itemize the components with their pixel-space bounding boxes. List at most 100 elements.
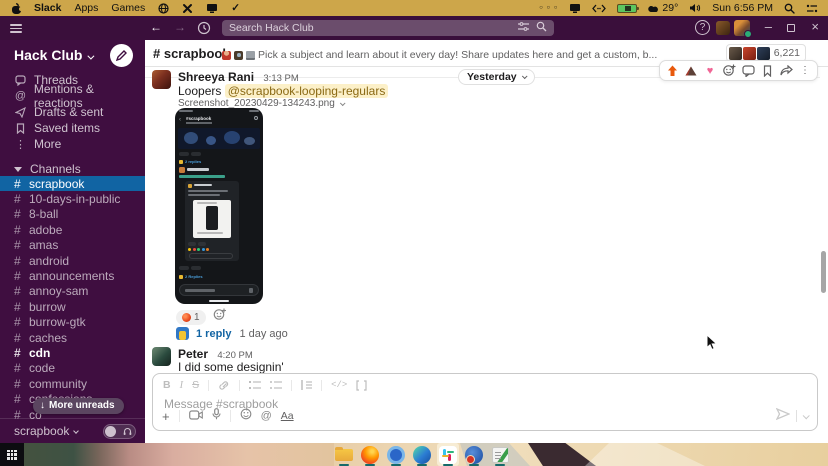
video-icon[interactable] [189,407,203,425]
more-unreads-button[interactable]: ↓More unreads [33,398,124,414]
globe-icon[interactable] [158,3,169,14]
save-for-later-button[interactable] [759,63,775,79]
app-launcher-button[interactable] [0,443,24,466]
window-maximize-button[interactable] [787,24,795,32]
sidebar-item-8-ball[interactable]: #8-ball [0,207,145,222]
sidebar-item-cdn[interactable]: #cdn [0,345,145,360]
sidebar-item-burrow-gtk[interactable]: #burrow-gtk [0,315,145,330]
thread-replies-link[interactable]: 1 reply [196,328,231,340]
schedule-send-button[interactable] [803,412,810,419]
sidebar-item-caches[interactable]: #caches [0,330,145,345]
sidebar-item-adobe[interactable]: #adobe [0,222,145,237]
bold-button[interactable]: B [163,379,171,391]
more-actions-button[interactable]: ⋮ [797,63,813,79]
sidebar-item-burrow[interactable]: #burrow [0,299,145,314]
message-author[interactable]: Peter [178,347,208,361]
reply-in-thread-button[interactable] [740,63,756,79]
custom-emoji-reaction-button[interactable] [683,63,699,79]
weather-icon[interactable] [648,4,659,13]
sidebar-item-android[interactable]: #android [0,253,145,268]
avatar[interactable] [152,70,171,89]
history-back-button[interactable]: ← [150,20,162,34]
channels-section-header[interactable]: Channels [14,162,81,176]
bulleted-list-icon[interactable] [270,380,282,390]
mention-button[interactable]: @ [261,410,272,422]
footer-channel-name[interactable]: scrapbook [14,424,69,438]
scrollbar-thumb[interactable] [821,251,826,293]
taskbar-item-files[interactable] [333,443,355,466]
workspace-header[interactable]: Hack Club [0,40,145,68]
inline-code-button[interactable]: </> [331,380,347,390]
mic-icon[interactable] [212,407,221,425]
menubar-clock[interactable]: Sun 6:56 PM [712,2,773,14]
taskbar-item-slack[interactable] [437,443,459,466]
sidebar-item-more[interactable]: ⋮More [0,136,145,152]
workspace-switcher-avatar[interactable] [716,21,730,35]
sidebar-item-annoy-sam[interactable]: #annoy-sam [0,284,145,299]
blockquote-icon[interactable] [301,380,312,390]
ordered-list-icon[interactable] [249,380,261,390]
code-arrows-icon[interactable] [592,4,606,13]
temperature-label[interactable]: 29° [662,2,678,14]
attachment-thumbnail[interactable]: ‹ #scrapbook 2 replies [175,108,263,304]
menubar-item-games[interactable]: Games [111,2,145,14]
control-center-icon[interactable] [806,4,818,13]
share-message-button[interactable] [778,63,794,79]
display-icon[interactable] [206,3,218,14]
taskbar-item-firefox[interactable] [359,443,381,466]
upvote-reaction-button[interactable] [664,63,680,79]
sidebar-item-10-days-in-public[interactable]: #10-days-in-public [0,191,145,206]
thread-summary[interactable]: 1 reply 1 day ago [176,327,288,340]
help-button[interactable]: ? [695,20,710,35]
sidebar-item-community[interactable]: #community [0,376,145,391]
sidebar-item-amas[interactable]: #amas [0,238,145,253]
reaction-pill[interactable]: 1 [176,310,206,325]
sidebar-item-scrapbook[interactable]: #scrapbook [0,176,145,191]
usergroup-mention[interactable]: @scrapbook-looping-regulars [225,84,389,98]
history-icon[interactable] [197,21,211,40]
italic-button[interactable]: I [180,380,184,391]
window-close-button[interactable]: × [811,19,819,34]
apple-icon[interactable] [12,3,21,14]
search-icon[interactable] [536,21,547,35]
filter-icon[interactable] [518,22,529,34]
message-composer[interactable]: B I S </> Message #scrapbook + [152,373,818,431]
check-icon[interactable]: ✓ [231,2,240,14]
emoji-icon[interactable] [240,407,252,425]
code-block-icon[interactable] [356,380,367,391]
sidebar-item-saved[interactable]: Saved items [0,120,145,136]
taskbar-item-edge[interactable] [411,443,433,466]
battery-icon[interactable] [617,4,637,13]
menubar-app-name[interactable]: Slack [34,2,61,14]
hamburger-icon[interactable] [10,24,22,33]
strikethrough-button[interactable]: S [192,379,199,391]
taskbar-item-chromium[interactable] [385,443,407,466]
heart-reaction-button[interactable]: ♥ [702,63,718,79]
taskbar-item-game[interactable] [463,443,485,466]
formatting-toggle-button[interactable]: Aa [281,410,294,422]
overflow-dots-icon[interactable]: ○ ○ ○ [539,5,558,11]
volume-icon[interactable] [689,3,701,13]
message-timestamp[interactable]: 3:13 PM [263,73,298,84]
send-button[interactable] [776,407,790,425]
channel-topic[interactable]: Pick a subject and learn about it every … [222,49,657,61]
date-divider-pill[interactable]: Yesterday [458,69,535,85]
avatar[interactable] [152,347,171,366]
search-input[interactable]: Search Hack Club [222,20,554,36]
sidebar-item-code[interactable]: #code [0,361,145,376]
menubar-item-apps[interactable]: Apps [74,2,98,14]
user-avatar[interactable] [734,20,750,36]
add-reaction-button[interactable] [213,308,227,326]
display-status-icon[interactable] [569,3,581,14]
attach-button[interactable]: + [162,409,170,424]
huddle-toggle[interactable] [103,424,136,439]
sidebar-item-mentions[interactable]: @Mentions & reactions [0,88,145,104]
history-forward-button[interactable]: → [174,20,186,34]
sidebar-item-announcements[interactable]: #announcements [0,268,145,283]
compose-button[interactable] [110,44,133,67]
window-minimize-button[interactable]: – [765,19,772,34]
link-icon[interactable] [218,380,230,391]
tools-icon[interactable] [182,3,193,14]
spotlight-icon[interactable] [784,3,795,14]
add-reaction-button[interactable] [721,63,737,79]
